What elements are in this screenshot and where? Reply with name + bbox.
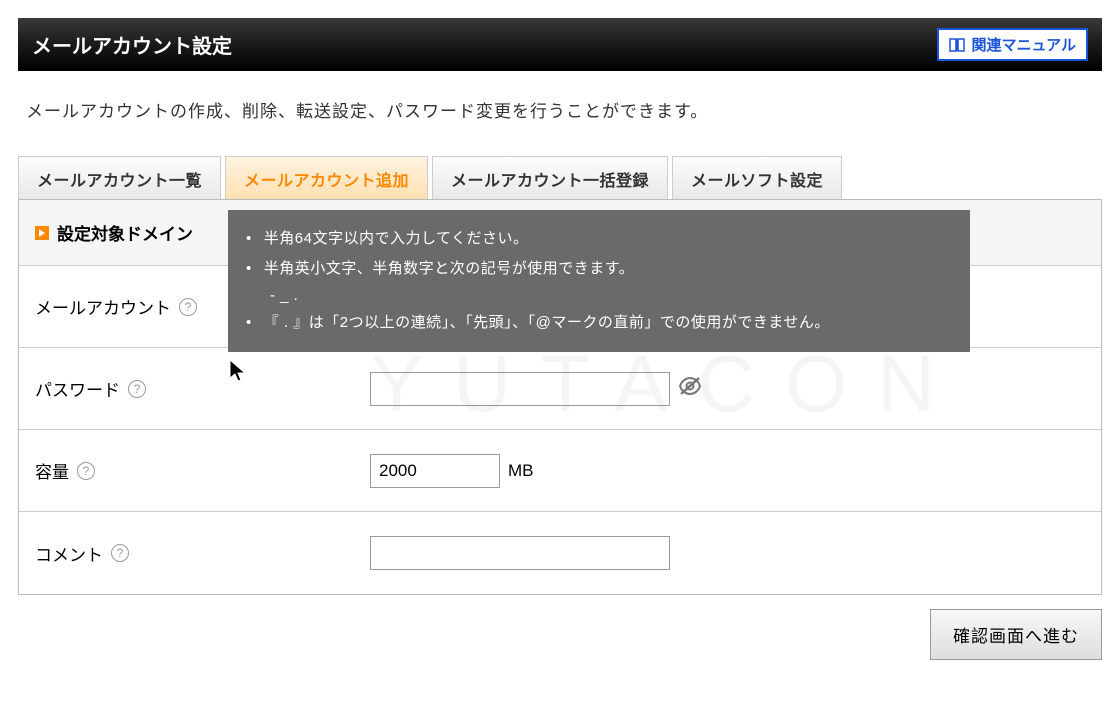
manual-button-label: 関連マニュアル [971, 34, 1076, 55]
header-bar: メールアカウント設定 関連マニュアル [18, 18, 1102, 71]
tab-mail-soft[interactable]: メールソフト設定 [672, 156, 842, 199]
tabs: メールアカウント一覧 メールアカウント追加 メールアカウント一括登録 メールソフ… [18, 156, 1102, 199]
account-label: メールアカウント [35, 294, 171, 319]
row-password: パスワード ? [19, 348, 1101, 430]
submit-button[interactable]: 確認画面へ進む [930, 609, 1102, 660]
row-capacity: 容量 ? MB [19, 430, 1101, 512]
capacity-unit: MB [508, 461, 534, 481]
row-comment: コメント ? [19, 512, 1101, 594]
page-description: メールアカウントの作成、削除、転送設定、パスワード変更を行うことができます。 [26, 97, 1094, 122]
cursor-icon [228, 358, 248, 389]
comment-label: コメント [35, 541, 103, 566]
capacity-input[interactable] [370, 454, 500, 488]
help-icon[interactable]: ? [128, 380, 146, 398]
tab-account-add[interactable]: メールアカウント追加 [225, 156, 428, 199]
password-input[interactable] [370, 372, 670, 406]
help-icon[interactable]: ? [111, 544, 129, 562]
section-marker-icon [35, 226, 49, 240]
tooltip-note: 『 . 』は「2つ以上の連続」、「先頭」、「@マークの直前」での使用ができません… [242, 308, 946, 338]
help-icon[interactable]: ? [179, 298, 197, 316]
book-icon [949, 38, 965, 52]
manual-button[interactable]: 関連マニュアル [937, 28, 1088, 61]
comment-input[interactable] [370, 536, 670, 570]
tooltip-line: 半角64文字以内で入力してください。 [242, 224, 946, 254]
page-title: メールアカウント設定 [32, 30, 232, 59]
help-icon[interactable]: ? [77, 462, 95, 480]
tooltip-symbols: - _ . [242, 284, 946, 308]
domain-section-label: 設定対象ドメイン [57, 220, 193, 245]
tab-account-bulk[interactable]: メールアカウント一括登録 [432, 156, 668, 199]
tooltip: 半角64文字以内で入力してください。 半角英小文字、半角数字と次の記号が使用でき… [228, 210, 970, 352]
capacity-label: 容量 [35, 458, 69, 483]
tab-account-list[interactable]: メールアカウント一覧 [18, 156, 221, 199]
eye-off-icon[interactable] [678, 376, 702, 401]
footer: 確認画面へ進む [18, 609, 1102, 660]
tooltip-line: 半角英小文字、半角数字と次の記号が使用できます。 [242, 254, 946, 284]
password-label: パスワード [35, 376, 120, 401]
